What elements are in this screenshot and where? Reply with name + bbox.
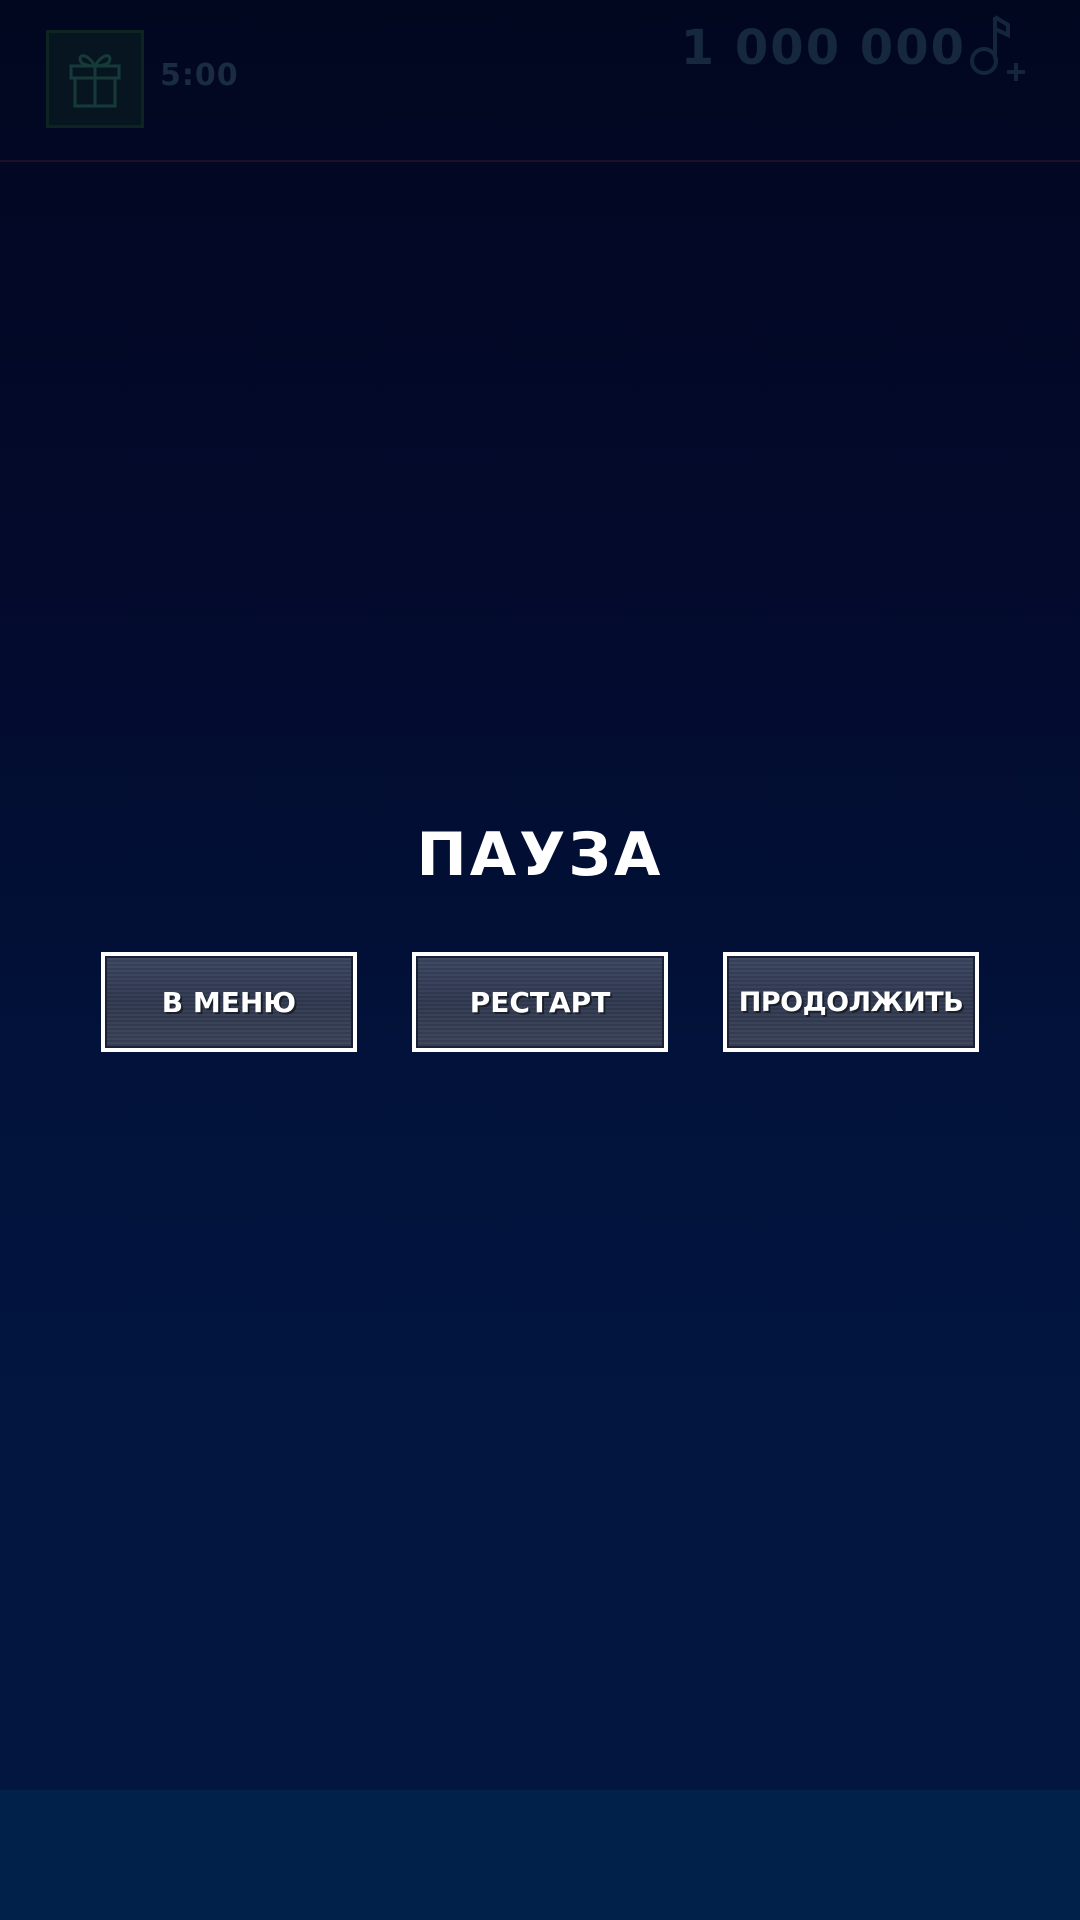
continue-button-label: ПРОДОЛЖИТЬ xyxy=(738,986,964,1018)
menu-button-label: В МЕНЮ xyxy=(161,985,297,1019)
pause-screen: 5:00 1 000 000 ПАУЗА В МЕНЮ РЕСТАРТ ПРОД… xyxy=(0,0,1080,1920)
menu-button[interactable]: В МЕНЮ xyxy=(101,952,357,1052)
music-note-plus-icon xyxy=(968,13,1032,87)
restart-button[interactable]: РЕСТАРТ xyxy=(412,952,668,1052)
continue-button[interactable]: ПРОДОЛЖИТЬ xyxy=(723,952,979,1052)
gift-timer: 5:00 xyxy=(160,58,239,93)
gift-icon xyxy=(67,46,123,112)
currency-balance: 1 000 000 xyxy=(680,20,966,76)
pause-title: ПАУЗА xyxy=(416,820,664,890)
top-bar: 5:00 1 000 000 xyxy=(0,0,1080,162)
restart-button-label: РЕСТАРТ xyxy=(469,985,611,1019)
bottom-banner-area xyxy=(0,1790,1080,1920)
gift-button[interactable] xyxy=(46,30,144,128)
add-currency-button[interactable] xyxy=(960,10,1040,90)
